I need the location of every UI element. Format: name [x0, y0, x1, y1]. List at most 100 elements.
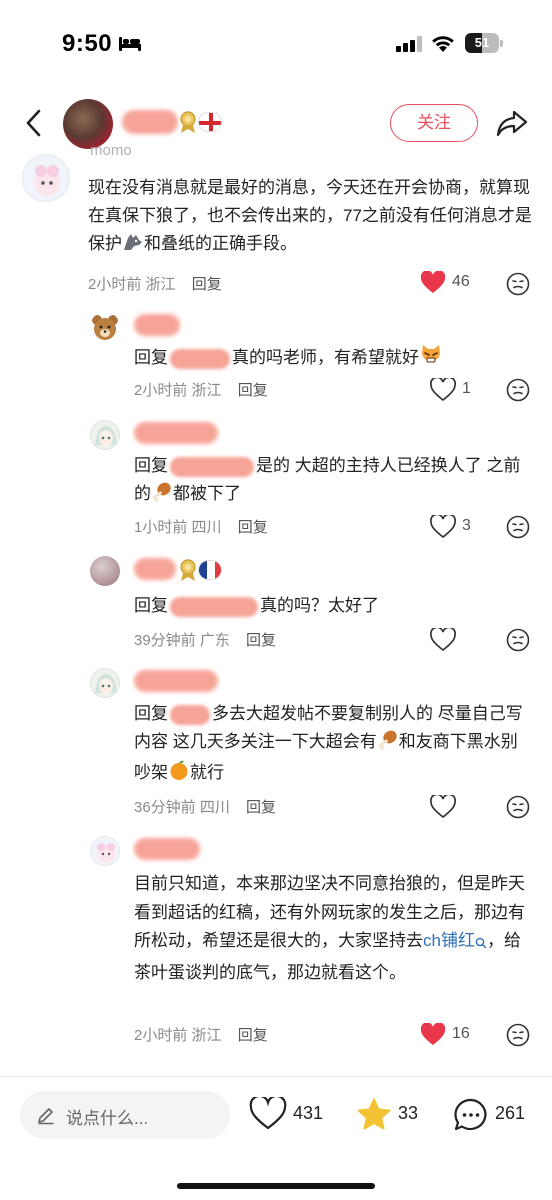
commenter-avatar[interactable]: [90, 312, 120, 342]
comment-text: 回复 真的吗？太好了: [134, 592, 534, 620]
comment-time: 2小时前: [134, 1027, 188, 1044]
comment-item: momo 现在没有消息就是最好的消息，今天还在开会协商，就算现在真保下狼了，也不…: [0, 140, 552, 300]
heart-outline-icon: [249, 1097, 287, 1130]
home-indicator: [177, 1183, 375, 1189]
star-filled-icon: [357, 1098, 391, 1130]
post-like-count: 431: [293, 1103, 324, 1123]
emoji-react-icon[interactable]: [506, 628, 530, 652]
commenter-avatar[interactable]: [90, 668, 120, 698]
commenter-name[interactable]: momo: [90, 142, 132, 159]
reply-prefix: 回复: [134, 456, 168, 475]
comment-meta: 36分钟前 四川 回复: [134, 796, 276, 817]
status-time: 9:50: [62, 30, 113, 57]
comment-location: 浙江: [191, 382, 222, 399]
wifi-icon: [432, 36, 454, 52]
comment-like[interactable]: 46: [420, 271, 480, 295]
comment-location: 浙江: [191, 1027, 222, 1044]
comment-text: 目前只知道，本来那边坚决不同意抬狼的，但是昨天看到超话的红稿，还有外网玩家的发生…: [134, 870, 534, 987]
sleep-focus-icon: [119, 37, 141, 51]
search-link[interactable]: ch铺红: [423, 931, 475, 950]
comment-time: 39分钟前: [134, 632, 196, 649]
comment-text: 回复 多去大超发帖不要复制别人的 尽量自己写内容 这几天多关注一下大超会有 和友商下…: [134, 700, 534, 790]
comment-text: 现在没有消息就是最好的消息，今天还在开会协商，就算现在真保下狼了，也不会传出来的…: [88, 174, 534, 261]
emoji-react-icon[interactable]: [506, 378, 530, 402]
comment-time: 2小时前: [88, 276, 142, 293]
battery-indicator: 51: [465, 33, 503, 53]
comment-bubble-icon: [454, 1098, 487, 1131]
reply-item: 回复 多去大超发帖不要复制别人的 尽量自己写内容 这几天多关注一下大超会有 和友商下…: [0, 666, 552, 826]
reply-prefix: 回复: [134, 348, 168, 367]
comment-meta: 39分钟前 广东 回复: [134, 629, 276, 650]
like-post-button[interactable]: 431: [249, 1097, 329, 1133]
commenter-name-redacted[interactable]: [134, 422, 218, 444]
favorite-post-button[interactable]: 33: [356, 1097, 426, 1133]
heart-filled-icon: [420, 1023, 446, 1045]
commenter-name-redacted[interactable]: [134, 670, 218, 692]
emoji-react-icon[interactable]: [506, 795, 530, 819]
comment-meta: 2小时前 浙江 回复: [134, 1024, 268, 1045]
like-count: 46: [452, 273, 470, 290]
comment-time: 2小时前: [134, 382, 188, 399]
reply-prefix: 回复: [134, 596, 168, 615]
author-name-redacted[interactable]: [122, 110, 178, 134]
comment-input[interactable]: 说点什么...: [20, 1091, 230, 1139]
reply-item: 回复 真的吗老师，有希望就好 2小时前 浙江 回复 1: [0, 310, 552, 410]
emoji-react-icon[interactable]: [506, 515, 530, 539]
follow-button[interactable]: 关注: [390, 104, 478, 142]
share-icon[interactable]: [496, 108, 528, 138]
medal-badge-icon: [180, 111, 196, 133]
mention-redacted[interactable]: [170, 456, 254, 477]
commenter-name-redacted[interactable]: [134, 558, 176, 580]
comment-body: 真的吗老师，有希望就好: [232, 348, 419, 367]
reply-item: 回复 是的 大超的主持人已经换人了 之前的 都被下了 1小时前 四川 回复 3: [0, 418, 552, 548]
comment-like[interactable]: 16: [420, 1023, 480, 1047]
comment-location: 四川: [191, 519, 222, 536]
comment-location: 浙江: [145, 276, 176, 293]
comment-meta: 1小时前 四川 回复: [134, 516, 268, 537]
status-bar: 9:50 51: [0, 0, 552, 88]
comment-like[interactable]: 1: [430, 378, 480, 402]
emoji-react-icon[interactable]: [506, 1023, 530, 1047]
comment-text: 回复 是的 大超的主持人已经换人了 之前的 都被下了: [134, 452, 534, 511]
heart-outline-icon: [430, 515, 456, 539]
search-icon[interactable]: [475, 930, 487, 959]
reply-button[interactable]: 回复: [246, 632, 276, 649]
comment-body-end: 就行: [190, 763, 224, 782]
comment-time: 1小时前: [134, 519, 188, 536]
commenter-avatar[interactable]: [90, 556, 120, 586]
reply-button[interactable]: 回复: [246, 799, 276, 816]
commenter-avatar[interactable]: [90, 836, 120, 866]
drumstick-emoji-icon: [151, 480, 173, 511]
comment-meta: 2小时前 浙江 回复: [134, 379, 268, 400]
comment-meta: 2小时前 浙江 回复: [88, 273, 222, 294]
commenter-avatar[interactable]: [22, 154, 70, 202]
bottom-divider: [0, 1076, 552, 1077]
like-count: 3: [462, 517, 471, 534]
comment-location: 广东: [199, 632, 230, 649]
comment-time: 36分钟前: [134, 799, 196, 816]
comment-location: 四川: [199, 799, 230, 816]
mention-redacted[interactable]: [170, 348, 230, 369]
reply-button[interactable]: 回复: [238, 519, 268, 536]
reply-button[interactable]: 回复: [238, 1027, 268, 1044]
back-arrow-icon[interactable]: [22, 108, 46, 138]
comment-like[interactable]: 3: [430, 515, 480, 539]
heart-outline-icon: [430, 378, 456, 402]
comment-post-button[interactable]: 261: [453, 1097, 533, 1133]
commenter-name-redacted[interactable]: [134, 314, 180, 336]
post-comment-count: 261: [495, 1103, 526, 1123]
commenter-avatar[interactable]: [90, 420, 120, 450]
mention-redacted[interactable]: [170, 596, 258, 617]
wolf-emoji-icon: [122, 232, 144, 261]
comment-like[interactable]: [430, 628, 460, 652]
comment-like[interactable]: [430, 795, 460, 819]
reply-item: 回复 真的吗？太好了 39分钟前 广东 回复: [0, 554, 552, 658]
reply-button[interactable]: 回复: [192, 276, 222, 293]
emoji-react-icon[interactable]: [506, 272, 530, 296]
commenter-name-redacted[interactable]: [134, 838, 200, 860]
france-flag-icon: [198, 560, 222, 580]
comment-body-end: 都被下了: [173, 484, 241, 503]
mention-redacted[interactable]: [170, 704, 210, 725]
drumstick-emoji-icon: [377, 728, 399, 759]
reply-button[interactable]: 回复: [238, 382, 268, 399]
